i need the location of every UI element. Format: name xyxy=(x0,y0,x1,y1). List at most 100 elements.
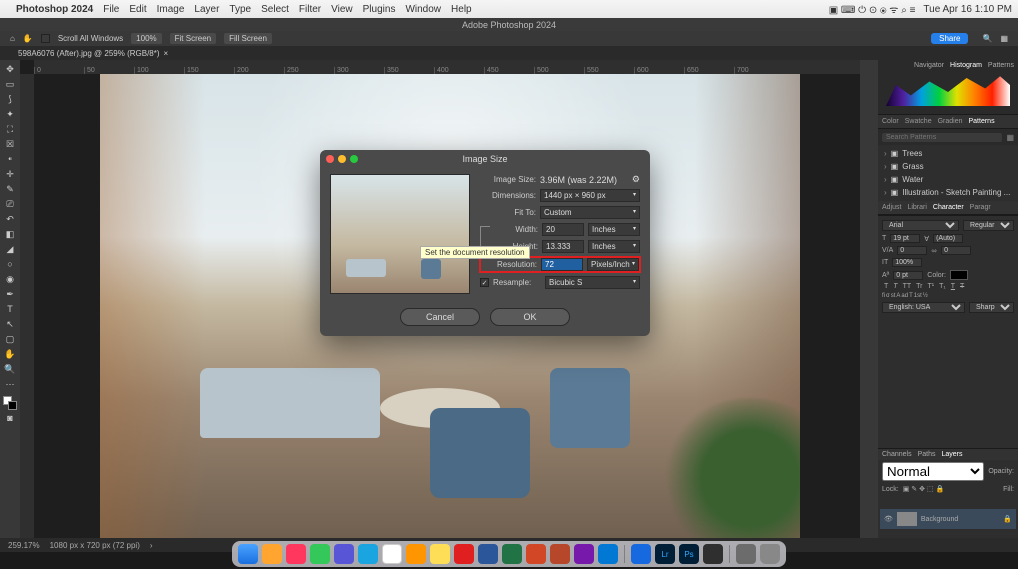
cancel-button[interactable]: Cancel xyxy=(400,308,480,326)
lasso-tool[interactable]: ⟆ xyxy=(2,92,18,106)
fill-screen-button[interactable]: Fill Screen xyxy=(224,33,272,44)
tab-swatches[interactable]: Swatche xyxy=(905,118,932,125)
font-size-input[interactable] xyxy=(890,234,920,243)
path-tool[interactable]: ↖ xyxy=(2,317,18,331)
height-unit-select[interactable]: Inches xyxy=(588,240,640,253)
eraser-tool[interactable]: ◧ xyxy=(2,227,18,241)
menu-view[interactable]: View xyxy=(331,4,353,15)
italic-button[interactable]: T xyxy=(891,283,899,290)
resample-checkbox[interactable]: ✓ xyxy=(480,278,489,287)
tab-paragraph[interactable]: Paragr xyxy=(970,204,991,211)
tab-histogram[interactable]: Histogram xyxy=(950,62,982,69)
menu-file[interactable]: File xyxy=(103,4,119,15)
dock-app[interactable] xyxy=(310,544,330,564)
tab-gradients[interactable]: Gradien xyxy=(938,118,963,125)
resolution-unit-select[interactable]: Pixels/Inch xyxy=(587,258,639,271)
ruler-horizontal[interactable]: 0501001502002503003504004505005506006507… xyxy=(34,60,860,74)
dock-app[interactable] xyxy=(703,544,723,564)
tree-item[interactable]: ›▣Trees xyxy=(878,147,1018,160)
dodge-tool[interactable]: ◉ xyxy=(2,272,18,286)
zoom-level[interactable]: 100% xyxy=(131,33,161,44)
ok-button[interactable]: OK xyxy=(490,308,570,326)
stamp-tool[interactable]: ⎚ xyxy=(2,197,18,211)
tree-item[interactable]: ›▣Water xyxy=(878,173,1018,186)
tab-patterns[interactable]: Patterns xyxy=(988,62,1014,69)
dock-app[interactable] xyxy=(502,544,522,564)
close-icon[interactable] xyxy=(326,155,334,163)
dock-app[interactable] xyxy=(358,544,378,564)
shape-tool[interactable]: ▢ xyxy=(2,332,18,346)
lock-icon[interactable]: 🔒 xyxy=(1003,515,1012,523)
type-tool[interactable]: T xyxy=(2,302,18,316)
tracking-input[interactable] xyxy=(941,246,971,255)
minimize-icon[interactable] xyxy=(338,155,346,163)
dock-app[interactable] xyxy=(550,544,570,564)
maximize-icon[interactable] xyxy=(350,155,358,163)
tab-adjust[interactable]: Adjust xyxy=(882,204,901,211)
gradient-tool[interactable]: ◢ xyxy=(2,242,18,256)
lang-select[interactable]: English: USA xyxy=(882,302,965,313)
brush-tool[interactable]: ✎ xyxy=(2,182,18,196)
dock-app[interactable] xyxy=(598,544,618,564)
history-brush-tool[interactable]: ↶ xyxy=(2,212,18,226)
dock-app[interactable]: Lr xyxy=(655,544,675,564)
dock-app[interactable] xyxy=(334,544,354,564)
lock-icons[interactable]: ▣ ✎ ✥ ⬚ 🔒 xyxy=(903,485,944,493)
height-input[interactable]: 13.333 xyxy=(542,240,584,253)
quickmask-tool[interactable]: ◙ xyxy=(2,411,18,425)
menu-filter[interactable]: Filter xyxy=(299,4,321,15)
collapsed-panel-strip[interactable] xyxy=(860,60,878,538)
panel-view-icon[interactable]: ▦ xyxy=(1002,133,1014,142)
search-icon[interactable]: 🔍 xyxy=(982,34,992,43)
home-icon[interactable]: ⌂ xyxy=(10,34,15,43)
dock-app[interactable] xyxy=(382,544,402,564)
search-patterns-input[interactable] xyxy=(882,133,1002,142)
gear-icon[interactable]: ⚙ xyxy=(632,174,640,185)
layer-thumbnail[interactable] xyxy=(897,512,917,526)
dock-app[interactable] xyxy=(286,544,306,564)
tab-paths[interactable]: Paths xyxy=(918,451,936,458)
clock[interactable]: Tue Apr 16 1:10 PM xyxy=(923,4,1012,15)
dock-app[interactable]: Ps xyxy=(679,544,699,564)
dock-app[interactable] xyxy=(262,544,282,564)
workspace-icon[interactable]: ▦ xyxy=(1000,34,1008,43)
font-style-select[interactable]: Regular xyxy=(963,220,1014,231)
tab-navigator[interactable]: Navigator xyxy=(914,62,944,69)
menu-help[interactable]: Help xyxy=(451,4,472,15)
menu-image[interactable]: Image xyxy=(157,4,185,15)
tree-item[interactable]: ›▣Illustration - Sketch Painting ... xyxy=(878,186,1018,199)
menu-edit[interactable]: Edit xyxy=(129,4,146,15)
dock-app[interactable] xyxy=(454,544,474,564)
scroll-all-checkbox[interactable] xyxy=(41,34,50,43)
ruler-vertical[interactable] xyxy=(20,74,34,538)
frame-tool[interactable]: ☒ xyxy=(2,137,18,151)
aa-select[interactable]: Sharp xyxy=(969,302,1014,313)
document-tab[interactable]: 598A6076 (After).jpg @ 259% (RGB/8*) × xyxy=(12,49,174,58)
marquee-tool[interactable]: ▭ xyxy=(2,77,18,91)
hand-tool[interactable]: ✋ xyxy=(2,347,18,361)
font-family-select[interactable]: Arial xyxy=(882,220,959,231)
dock-app[interactable] xyxy=(430,544,450,564)
dock-app[interactable] xyxy=(406,544,426,564)
tree-item[interactable]: ›▣Grass xyxy=(878,160,1018,173)
move-tool[interactable]: ✥ xyxy=(2,62,18,76)
width-unit-select[interactable]: Inches xyxy=(588,223,640,236)
zoom-tool[interactable]: 🔍 xyxy=(2,362,18,376)
eyedropper-tool[interactable]: ⁌ xyxy=(2,152,18,166)
dialog-preview[interactable] xyxy=(330,174,470,294)
tab-channels[interactable]: Channels xyxy=(882,451,912,458)
dialog-titlebar[interactable]: Image Size xyxy=(320,150,650,168)
blur-tool[interactable]: ○ xyxy=(2,257,18,271)
dock-trash[interactable] xyxy=(760,544,780,564)
dock-app[interactable] xyxy=(631,544,651,564)
dock-app[interactable] xyxy=(238,544,258,564)
resample-select[interactable]: Bicubic S xyxy=(545,276,640,289)
bold-button[interactable]: T xyxy=(882,283,890,290)
leading-input[interactable] xyxy=(933,234,963,243)
vscale-input[interactable] xyxy=(892,258,922,267)
dock-app[interactable] xyxy=(478,544,498,564)
edit-toolbar[interactable]: ⋯ xyxy=(2,377,18,391)
wand-tool[interactable]: ✦ xyxy=(2,107,18,121)
baseline-input[interactable] xyxy=(893,271,923,280)
dock-app[interactable] xyxy=(526,544,546,564)
